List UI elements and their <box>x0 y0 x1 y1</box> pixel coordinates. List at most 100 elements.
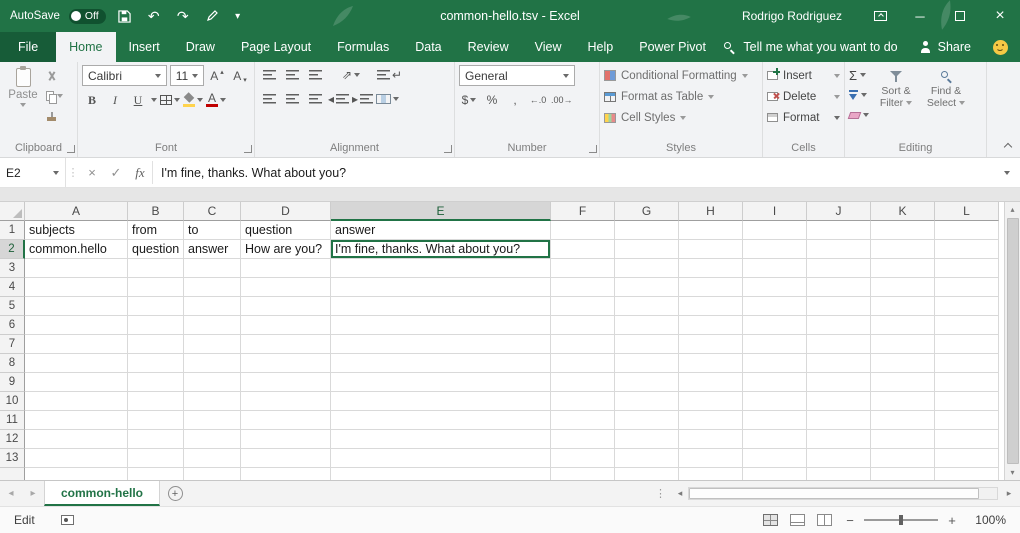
previous-sheet-arrow[interactable]: ◂ <box>0 481 22 506</box>
cell-G2[interactable] <box>615 240 679 259</box>
draw-pen-button[interactable] <box>202 5 222 27</box>
page-layout-view-button[interactable] <box>790 514 805 526</box>
cell-I6[interactable] <box>743 316 807 335</box>
cell-D14[interactable] <box>241 468 331 480</box>
cell-D12[interactable] <box>241 430 331 449</box>
expand-formula-bar-button[interactable] <box>994 158 1020 187</box>
cell-C13[interactable] <box>184 449 241 468</box>
cell-H5[interactable] <box>679 297 743 316</box>
cell-F9[interactable] <box>551 373 615 392</box>
ribbon-tab-formulas[interactable]: Formulas <box>324 32 402 62</box>
cell-E6[interactable] <box>331 316 551 335</box>
number-format-select[interactable]: General <box>459 65 575 86</box>
cell-E12[interactable] <box>331 430 551 449</box>
row-header-5[interactable]: 5 <box>0 297 25 316</box>
cell-A2[interactable]: common.hello <box>25 240 128 259</box>
cell-F2[interactable] <box>551 240 615 259</box>
cell-L4[interactable] <box>935 278 999 297</box>
cell-L11[interactable] <box>935 411 999 430</box>
cell-H13[interactable] <box>679 449 743 468</box>
cell-L14[interactable] <box>935 468 999 480</box>
cell-I10[interactable] <box>743 392 807 411</box>
cell-E1[interactable]: answer <box>331 221 551 240</box>
paste-button[interactable]: Paste <box>4 65 42 125</box>
cell-B12[interactable] <box>128 430 184 449</box>
cell-G7[interactable] <box>615 335 679 354</box>
zoom-in-button[interactable]: + <box>946 513 958 528</box>
cell-G6[interactable] <box>615 316 679 335</box>
cell-K5[interactable] <box>871 297 935 316</box>
column-header-I[interactable]: I <box>743 202 807 221</box>
cell-I8[interactable] <box>743 354 807 373</box>
cell-I3[interactable] <box>743 259 807 278</box>
column-header-D[interactable]: D <box>241 202 331 221</box>
vertical-scrollbar[interactable]: ▴ ▾ <box>1004 202 1020 480</box>
orientation-button[interactable]: ⇗ <box>341 65 361 85</box>
comma-style-button[interactable]: , <box>505 90 525 110</box>
insert-cells-button[interactable]: Insert <box>767 65 840 86</box>
underline-dropdown-icon[interactable] <box>151 98 157 102</box>
cell-E4[interactable] <box>331 278 551 297</box>
cell-G8[interactable] <box>615 354 679 373</box>
share-button[interactable]: Share <box>920 40 971 54</box>
cell-J3[interactable] <box>807 259 871 278</box>
macro-record-button[interactable] <box>61 515 74 525</box>
number-dialog-launcher[interactable] <box>589 145 597 153</box>
cell-I13[interactable] <box>743 449 807 468</box>
row-header-3[interactable]: 3 <box>0 259 25 278</box>
cell-K11[interactable] <box>871 411 935 430</box>
cell-L1[interactable] <box>935 221 999 240</box>
cell-C2[interactable]: answer <box>184 240 241 259</box>
next-sheet-arrow[interactable]: ▸ <box>22 481 44 506</box>
cell-H4[interactable] <box>679 278 743 297</box>
font-color-button[interactable]: A <box>206 90 226 110</box>
ribbon-tab-review[interactable]: Review <box>455 32 522 62</box>
save-button[interactable] <box>115 5 135 27</box>
cell-L13[interactable] <box>935 449 999 468</box>
cell-B13[interactable] <box>128 449 184 468</box>
cell-F1[interactable] <box>551 221 615 240</box>
zoom-out-button[interactable]: − <box>844 513 856 528</box>
cell-D4[interactable] <box>241 278 331 297</box>
cell-A3[interactable] <box>25 259 128 278</box>
page-break-view-button[interactable] <box>817 514 832 526</box>
cell-B5[interactable] <box>128 297 184 316</box>
cell-L12[interactable] <box>935 430 999 449</box>
cell-B9[interactable] <box>128 373 184 392</box>
cell-H9[interactable] <box>679 373 743 392</box>
cell-K10[interactable] <box>871 392 935 411</box>
zoom-slider-thumb[interactable] <box>899 515 903 525</box>
column-header-B[interactable]: B <box>128 202 184 221</box>
cell-B2[interactable]: question <box>128 240 184 259</box>
select-all-button[interactable] <box>0 202 25 221</box>
cell-A4[interactable] <box>25 278 128 297</box>
cell-J13[interactable] <box>807 449 871 468</box>
cell-B3[interactable] <box>128 259 184 278</box>
cell-K13[interactable] <box>871 449 935 468</box>
ribbon-tab-power-pivot[interactable]: Power Pivot <box>626 32 719 62</box>
scroll-left-arrow[interactable]: ◂ <box>672 488 688 499</box>
cell-L8[interactable] <box>935 354 999 373</box>
cell-I12[interactable] <box>743 430 807 449</box>
cell-C1[interactable]: to <box>184 221 241 240</box>
cell-B1[interactable]: from <box>128 221 184 240</box>
cell-G1[interactable] <box>615 221 679 240</box>
alignment-dialog-launcher[interactable] <box>444 145 452 153</box>
cell-L5[interactable] <box>935 297 999 316</box>
find-select-button[interactable]: Find & Select <box>923 65 969 124</box>
align-center-button[interactable] <box>282 89 302 109</box>
cell-E8[interactable] <box>331 354 551 373</box>
cell-E2[interactable]: I'm fine, thanks. What about you? <box>331 240 551 259</box>
cell-E13[interactable] <box>331 449 551 468</box>
cell-A14[interactable] <box>25 468 128 480</box>
cell-K12[interactable] <box>871 430 935 449</box>
cell-H1[interactable] <box>679 221 743 240</box>
cell-J10[interactable] <box>807 392 871 411</box>
cell-B6[interactable] <box>128 316 184 335</box>
cell-G12[interactable] <box>615 430 679 449</box>
clear-button[interactable] <box>849 106 869 124</box>
cell-C3[interactable] <box>184 259 241 278</box>
column-header-G[interactable]: G <box>615 202 679 221</box>
horizontal-scrollbar[interactable]: ◂ ▸ <box>672 481 1020 506</box>
cell-D6[interactable] <box>241 316 331 335</box>
